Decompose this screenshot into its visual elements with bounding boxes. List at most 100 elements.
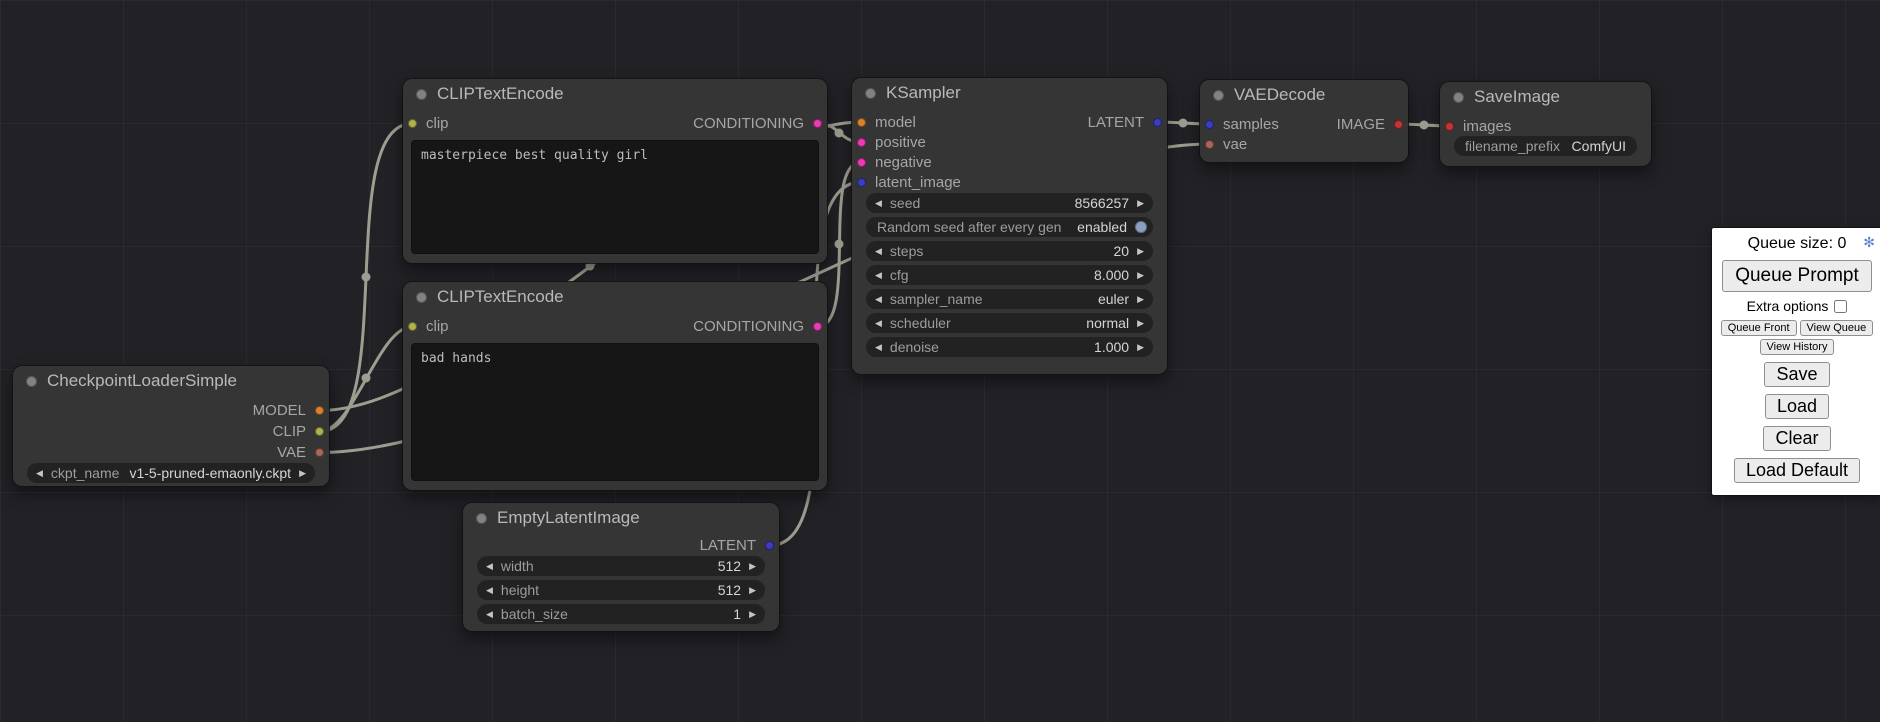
comfy-menu-panel: Queue size: 0 ✻ Queue Prompt Extra optio…	[1712, 228, 1880, 495]
load-button[interactable]: Load	[1765, 394, 1829, 419]
positive-input-slot: positive	[852, 132, 1167, 152]
next-value-icon[interactable]: ▶	[1137, 271, 1144, 280]
next-value-icon[interactable]: ▶	[749, 610, 756, 619]
width-widget[interactable]: ◀ width 512 ▶	[477, 556, 765, 576]
node-title: VAEDecode	[1234, 85, 1325, 105]
comfyui-app: { "colors": { "canvas_bg": "#212126", "n…	[0, 0, 1880, 722]
prev-value-icon[interactable]: ◀	[875, 247, 882, 256]
checkpoint-loader-node[interactable]: CheckpointLoaderSimple MODEL CLIP VAE ◀ …	[13, 366, 329, 486]
conditioning-output-dot[interactable]	[813, 119, 822, 128]
vae-decode-node[interactable]: VAEDecode samples vae IMAGE	[1200, 80, 1408, 162]
widget-value: 8.000	[1094, 267, 1129, 283]
next-value-icon[interactable]: ▶	[1137, 343, 1144, 352]
negative-input-dot[interactable]	[857, 158, 866, 167]
clip-text-encode-negative-node[interactable]: CLIPTextEncode clip CONDITIONING bad han…	[403, 282, 827, 490]
node-title-bar[interactable]: SaveImage	[1440, 82, 1651, 112]
prev-value-icon[interactable]: ◀	[36, 469, 43, 478]
clip-input-dot[interactable]	[408, 322, 417, 331]
view-queue-button[interactable]: View Queue	[1800, 320, 1874, 336]
widget-value: euler	[1098, 291, 1129, 307]
extra-options-checkbox[interactable]	[1834, 300, 1847, 313]
next-value-icon[interactable]: ▶	[1137, 247, 1144, 256]
slot-label: LATENT	[1088, 114, 1144, 131]
clip-input-dot[interactable]	[408, 119, 417, 128]
image-output-dot[interactable]	[1394, 120, 1403, 129]
next-value-icon[interactable]: ▶	[749, 562, 756, 571]
widget-value: normal	[1086, 315, 1129, 331]
link-midpoint-dot	[362, 273, 371, 282]
clip-text-encode-positive-node[interactable]: CLIPTextEncode clip CONDITIONING masterp…	[403, 79, 827, 263]
widget-value: 512	[718, 582, 741, 598]
latent-output-dot[interactable]	[765, 541, 774, 550]
node-title-bar[interactable]: CLIPTextEncode	[403, 282, 827, 312]
queue-prompt-button[interactable]: Queue Prompt	[1722, 260, 1872, 292]
positive-input-dot[interactable]	[857, 138, 866, 147]
random-seed-toggle-widget[interactable]: Random seed after every gen enabled	[866, 217, 1153, 237]
prev-value-icon[interactable]: ◀	[875, 199, 882, 208]
scheduler-widget[interactable]: ◀ scheduler normal ▶	[866, 313, 1153, 333]
toggle-on-icon[interactable]	[1135, 221, 1147, 233]
clip-output-dot[interactable]	[315, 427, 324, 436]
collapse-dot-icon[interactable]	[476, 513, 487, 524]
negative-prompt-textarea[interactable]: bad hands	[411, 343, 819, 481]
settings-icon[interactable]: ✻	[1863, 234, 1875, 251]
prev-value-icon[interactable]: ◀	[486, 586, 493, 595]
prev-value-icon[interactable]: ◀	[486, 610, 493, 619]
positive-prompt-textarea[interactable]: masterpiece best quality girl	[411, 140, 819, 254]
collapse-dot-icon[interactable]	[416, 89, 427, 100]
vae-input-dot[interactable]	[1205, 140, 1214, 149]
collapse-dot-icon[interactable]	[26, 376, 37, 387]
steps-widget[interactable]: ◀ steps 20 ▶	[866, 241, 1153, 261]
widget-value: v1-5-pruned-emaonly.ckpt	[129, 465, 291, 481]
node-title-bar[interactable]: EmptyLatentImage	[463, 503, 779, 533]
node-title-bar[interactable]: CheckpointLoaderSimple	[13, 366, 329, 396]
collapse-dot-icon[interactable]	[1453, 92, 1464, 103]
slot-label: clip	[426, 318, 449, 335]
queue-front-button[interactable]: Queue Front	[1721, 320, 1797, 336]
clear-button[interactable]: Clear	[1763, 426, 1830, 451]
ksampler-node[interactable]: KSampler model positive negative latent_…	[852, 78, 1167, 374]
prev-value-icon[interactable]: ◀	[486, 562, 493, 571]
collapse-dot-icon[interactable]	[865, 88, 876, 99]
node-title-bar[interactable]: VAEDecode	[1200, 80, 1408, 110]
widget-label: ckpt_name	[51, 465, 119, 481]
load-default-button[interactable]: Load Default	[1734, 458, 1860, 483]
ckpt-name-widget[interactable]: ◀ ckpt_name v1-5-pruned-emaonly.ckpt ▶	[27, 463, 315, 483]
node-title-bar[interactable]: KSampler	[852, 78, 1167, 108]
latent-image-input-dot[interactable]	[857, 178, 866, 187]
conditioning-output-dot[interactable]	[813, 322, 822, 331]
negative-input-slot: negative	[852, 152, 1167, 172]
save-button[interactable]: Save	[1764, 362, 1829, 387]
collapse-dot-icon[interactable]	[416, 292, 427, 303]
latent-output-dot[interactable]	[1153, 118, 1162, 127]
images-input-dot[interactable]	[1445, 122, 1454, 131]
slot-label: CLIP	[273, 423, 306, 440]
model-output-slot: MODEL	[13, 400, 329, 421]
seed-widget[interactable]: ◀ seed 8566257 ▶	[866, 193, 1153, 213]
next-value-icon[interactable]: ▶	[1137, 199, 1144, 208]
next-value-icon[interactable]: ▶	[1137, 295, 1144, 304]
node-title-bar[interactable]: CLIPTextEncode	[403, 79, 827, 109]
slot-label: LATENT	[700, 537, 756, 554]
batch-size-widget[interactable]: ◀ batch_size 1 ▶	[477, 604, 765, 624]
denoise-widget[interactable]: ◀ denoise 1.000 ▶	[866, 337, 1153, 357]
height-widget[interactable]: ◀ height 512 ▶	[477, 580, 765, 600]
prev-value-icon[interactable]: ◀	[875, 295, 882, 304]
cfg-widget[interactable]: ◀ cfg 8.000 ▶	[866, 265, 1153, 285]
save-image-node[interactable]: SaveImage images filename_prefix ComfyUI	[1440, 82, 1651, 166]
node-title: EmptyLatentImage	[497, 508, 640, 528]
filename-prefix-widget[interactable]: filename_prefix ComfyUI	[1454, 136, 1637, 156]
next-value-icon[interactable]: ▶	[1137, 319, 1144, 328]
view-history-button[interactable]: View History	[1760, 339, 1835, 355]
model-output-dot[interactable]	[315, 406, 324, 415]
empty-latent-image-node[interactable]: EmptyLatentImage LATENT ◀ width 512 ▶ ◀ …	[463, 503, 779, 631]
next-value-icon[interactable]: ▶	[299, 469, 306, 478]
node-title: SaveImage	[1474, 87, 1560, 107]
collapse-dot-icon[interactable]	[1213, 90, 1224, 101]
prev-value-icon[interactable]: ◀	[875, 319, 882, 328]
sampler-name-widget[interactable]: ◀ sampler_name euler ▶	[866, 289, 1153, 309]
prev-value-icon[interactable]: ◀	[875, 343, 882, 352]
prev-value-icon[interactable]: ◀	[875, 271, 882, 280]
next-value-icon[interactable]: ▶	[749, 586, 756, 595]
vae-output-dot[interactable]	[315, 448, 324, 457]
